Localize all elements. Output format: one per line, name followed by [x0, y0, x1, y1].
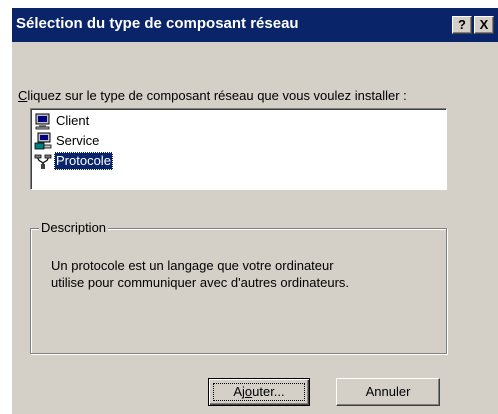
component-type-list[interactable]: Client Service Protocole	[30, 108, 447, 190]
cancel-button-label: Annuler	[365, 384, 411, 399]
cancel-button[interactable]: Annuler	[336, 378, 440, 406]
service-computer-icon	[34, 132, 52, 150]
list-item-label: Protocole	[54, 152, 113, 170]
window-title: Sélection du type de composant réseau	[16, 15, 299, 32]
instruction-text: liquez sur le type de composant réseau q…	[27, 88, 407, 103]
list-item-protocol[interactable]: Protocole	[34, 151, 113, 171]
help-button[interactable]: ?	[452, 16, 472, 34]
add-button[interactable]: Ajouter...	[208, 378, 310, 406]
close-button[interactable]: X	[474, 16, 494, 34]
dialog-window: Sélection du type de composant réseau ? …	[12, 8, 498, 414]
list-item-client[interactable]: Client	[34, 111, 91, 131]
list-item-label: Client	[56, 113, 90, 128]
instruction-label: Cliquez sur le type de composant réseau …	[18, 88, 407, 103]
description-legend: Description	[39, 220, 109, 235]
add-button-label: Ajouter...	[233, 384, 284, 399]
list-item-label: Service	[56, 133, 100, 148]
description-line-1: Un protocole est un langage que votre or…	[51, 258, 334, 273]
description-group: Description Un protocole est un langage …	[30, 220, 447, 354]
title-bar[interactable]: Sélection du type de composant réseau ? …	[12, 8, 498, 42]
add-label-suffix: uter...	[252, 384, 285, 399]
list-item-service[interactable]: Service	[34, 131, 101, 151]
protocol-plug-icon	[34, 154, 52, 169]
description-text: Un protocole est un langage que votre or…	[51, 257, 431, 291]
instruction-mnemonic: C	[18, 88, 28, 103]
client-computer-icon	[35, 113, 50, 130]
add-label-prefix: Aj	[233, 384, 245, 399]
description-line-2: utilise pour communiquer avec d'autres o…	[51, 275, 350, 290]
